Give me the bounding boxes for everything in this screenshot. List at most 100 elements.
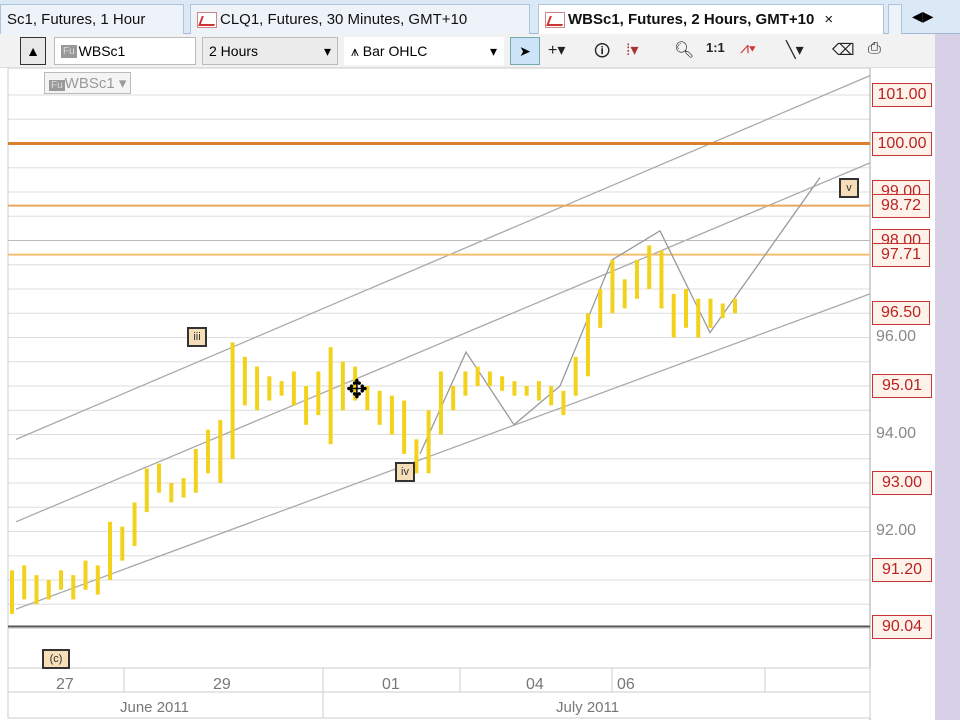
zoom-icon[interactable]: 🔍︎ — [674, 40, 694, 60]
ohlc-bar — [708, 298, 713, 328]
ohlc-bar — [218, 419, 223, 483]
tab-wbsc1-futures-2h[interactable]: WBSc1, Futures, 2 Hours, GMT+10 × — [538, 4, 884, 34]
ohlc-bar — [573, 356, 578, 396]
ohlc-bar — [22, 565, 27, 600]
ohlc-bar — [610, 259, 615, 314]
legend-symbol: WBSc1 ▾ — [64, 75, 127, 92]
close-tab-icon[interactable]: × — [824, 11, 833, 28]
ohlc-bar — [279, 381, 284, 396]
interval-select[interactable]: 2 Hours ▾ — [202, 37, 338, 65]
tab-clq1-futures-30m[interactable]: CLQ1, Futures, 30 Minutes, GMT+10 — [190, 4, 530, 34]
wave-label-v[interactable]: v — [839, 178, 859, 198]
ohlc-bar — [622, 279, 627, 309]
tab-bar: Sc1, Futures, 1 Hour CLQ1, Futures, 30 M… — [0, 0, 960, 34]
ohlc-bar — [206, 429, 211, 474]
ohlc-bar — [475, 366, 480, 386]
crosshair-tool-icon[interactable]: +▾ — [548, 40, 565, 60]
ohlc-bar — [83, 560, 88, 590]
chevron-down-icon: ▾ — [489, 42, 497, 59]
ohlc-bar — [328, 347, 333, 445]
tab-label: WBSc1, Futures, 2 Hours, GMT+10 — [568, 11, 815, 28]
ohlc-bar — [487, 371, 492, 386]
price-label: 100.00 — [872, 131, 932, 156]
ohlc-bar — [438, 371, 443, 435]
indicator-icon[interactable]: ⩘▾ — [740, 40, 756, 58]
futures-badge: Fu — [49, 80, 65, 91]
print-icon[interactable]: ⎙ — [868, 40, 881, 58]
ohlc-bar — [169, 483, 174, 503]
move-cursor-icon: ✥ — [346, 374, 368, 404]
ohlc-bar — [157, 463, 162, 493]
wave-label-c[interactable]: (c) — [42, 649, 70, 669]
ohlc-bar — [696, 298, 701, 338]
ohlc-bar — [144, 468, 149, 513]
price-label: 93.00 — [872, 471, 932, 495]
price-chart[interactable] — [0, 68, 960, 720]
date-tick: 27 — [56, 676, 74, 693]
bar-chart-icon: ⩚ — [351, 42, 363, 59]
ohlc-bar — [598, 289, 603, 328]
wave-label-iv[interactable]: iv — [395, 462, 415, 482]
tab-sc1-futures-1h[interactable]: Sc1, Futures, 1 Hour — [0, 4, 184, 34]
price-label: 90.04 — [872, 614, 932, 639]
ohlc-bar — [402, 400, 407, 454]
price-label: 98.72 — [872, 193, 930, 218]
ohlc-bar — [536, 381, 541, 401]
interval-value: 2 Hours — [209, 43, 259, 59]
price-label: 91.20 — [872, 558, 932, 583]
ohlc-bar — [340, 361, 345, 411]
ohlc-bar — [377, 390, 382, 425]
ohlc-bar — [34, 575, 39, 605]
ohlc-bar — [120, 526, 125, 561]
ohlc-bar — [426, 410, 431, 474]
ohlc-bar — [10, 570, 14, 614]
symbol-value: WBSc1 — [78, 43, 126, 59]
grid-tool-icon[interactable]: ⁞▾ — [626, 40, 638, 60]
collapse-button[interactable]: ▲ — [20, 37, 46, 65]
tab-overflow[interactable] — [888, 4, 902, 34]
date-tick: 29 — [213, 676, 231, 693]
ohlc-bar — [193, 449, 198, 493]
ohlc-bar — [549, 386, 554, 406]
line-tool-icon[interactable]: ╲▾ — [786, 40, 804, 60]
ohlc-bar — [389, 395, 394, 435]
ohlc-bar — [671, 293, 676, 338]
month-label: July 2011 — [556, 699, 620, 716]
ohlc-bar — [683, 289, 688, 328]
ohlc-bar — [95, 565, 100, 595]
eraser-icon[interactable]: ⌫ — [832, 40, 855, 60]
ohlc-bar — [561, 390, 566, 416]
price-label: 97.71 — [872, 242, 930, 267]
pointer-tool-icon[interactable]: ➤ — [510, 37, 540, 65]
ohlc-bar — [451, 386, 456, 411]
ohlc-bar — [59, 570, 64, 590]
trend-channel-line — [15, 293, 871, 610]
price-label: 95.01 — [872, 373, 932, 398]
info-tool-icon[interactable]: 🛈 — [594, 40, 610, 67]
one-to-one-icon[interactable]: 1:1 — [706, 40, 725, 55]
date-tick: 01 — [382, 676, 400, 693]
date-tick: 04 — [526, 676, 544, 693]
ohlc-bar — [108, 521, 113, 580]
wave-label-iii[interactable]: iii — [187, 327, 207, 347]
ohlc-bar — [659, 250, 664, 309]
ohlc-bar — [46, 580, 51, 600]
chart-type-select[interactable]: ⩚ Bar OHLC ▾ — [344, 37, 504, 65]
symbol-legend[interactable]: Fu WBSc1 ▾ — [44, 72, 132, 94]
ohlc-bar — [733, 298, 737, 314]
price-tick: 96.00 — [876, 327, 917, 345]
futures-badge: Fu — [61, 44, 77, 58]
tab-scroll-arrows-icon[interactable]: ◀▶ — [912, 8, 934, 25]
date-tick: 06 — [617, 676, 635, 693]
ohlc-bar — [316, 371, 321, 416]
elliott-wave-path — [419, 177, 821, 455]
ohlc-bar — [634, 259, 639, 299]
ohlc-bar — [255, 366, 260, 411]
ohlc-bar — [524, 386, 529, 396]
ohlc-bar — [267, 376, 272, 401]
ohlc-bar — [242, 356, 247, 406]
chart-icon — [545, 11, 565, 28]
symbol-input[interactable]: Fu WBSc1 — [54, 37, 196, 65]
ohlc-bar — [720, 303, 725, 319]
chart-toolbar: ▲ Fu WBSc1 2 Hours ▾ ⩚ Bar OHLC ▾ ➤ +▾ 🛈 ⁞▾… — [0, 34, 960, 68]
